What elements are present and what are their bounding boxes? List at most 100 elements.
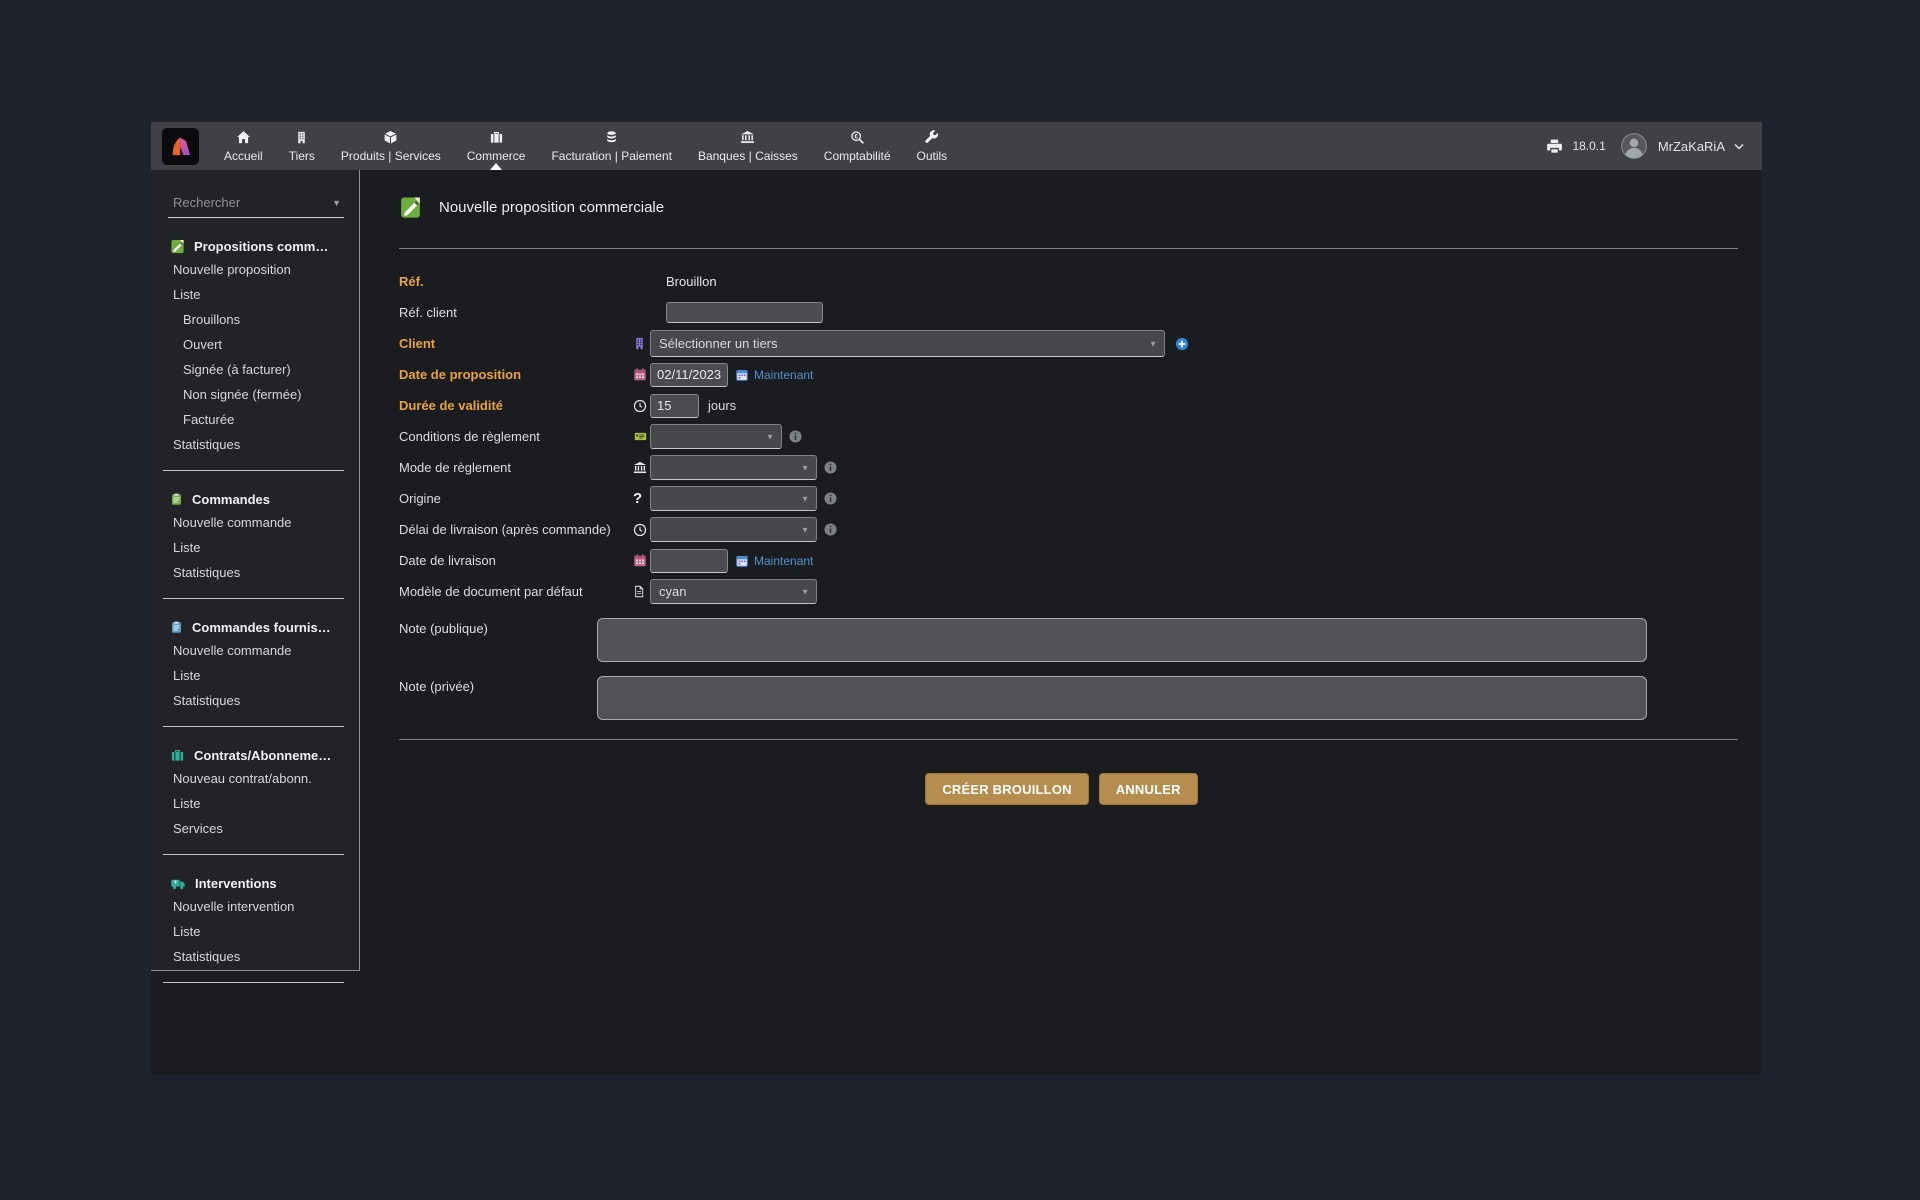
sidebar-item-liste-commandes[interactable]: Liste bbox=[173, 535, 359, 560]
sidebar-divider bbox=[163, 470, 344, 471]
user-name[interactable]: MrZaKaRiA bbox=[1658, 139, 1725, 154]
info-icon[interactable] bbox=[824, 461, 837, 474]
nav-comptabilite[interactable]: € Comptabilité bbox=[811, 122, 904, 170]
building-icon bbox=[295, 130, 308, 146]
sidebar-item-nouveau-contrat[interactable]: Nouveau contrat/abonn. bbox=[173, 766, 359, 791]
nav-banques-caisses[interactable]: Banques | Caisses bbox=[685, 122, 811, 170]
nav-label: Commerce bbox=[467, 149, 526, 163]
sidebar-item-nouvelle-commande[interactable]: Nouvelle commande bbox=[173, 510, 359, 535]
sidebar-item-nouvelle-proposition[interactable]: Nouvelle proposition bbox=[173, 257, 359, 282]
select-caret-icon: ▼ bbox=[801, 525, 809, 534]
payment-terms-icon bbox=[633, 430, 650, 443]
section-title: Interventions bbox=[195, 876, 277, 891]
sidebar-item-statistiques-commandes-fournisseurs[interactable]: Statistiques bbox=[173, 688, 359, 713]
app-window: Accueil Tiers Produits | Services Commer… bbox=[151, 122, 1762, 1075]
sidebar-item-statistiques-propositions[interactable]: Statistiques bbox=[173, 432, 359, 457]
field-label: Note (privée) bbox=[399, 676, 597, 694]
page-title-text: Nouvelle proposition commerciale bbox=[439, 199, 664, 216]
info-icon[interactable] bbox=[789, 430, 802, 443]
user-avatar[interactable] bbox=[1621, 133, 1647, 159]
home-icon bbox=[236, 130, 251, 146]
form-row-note-publique: Note (publique) bbox=[399, 618, 1738, 662]
title-divider bbox=[399, 248, 1738, 249]
select-value: cyan bbox=[659, 584, 686, 599]
sidebar-section-propositions[interactable]: Propositions comm… bbox=[170, 239, 359, 254]
section-title: Contrats/Abonneme… bbox=[194, 748, 331, 763]
sidebar-item-services[interactable]: Services bbox=[173, 816, 359, 841]
coins-icon bbox=[604, 130, 619, 146]
select-caret-icon: ▼ bbox=[801, 494, 809, 503]
calendar-picker-icon[interactable] bbox=[736, 555, 748, 567]
briefcase-icon bbox=[489, 130, 504, 146]
sidebar-item-statistiques-interventions[interactable]: Statistiques bbox=[173, 944, 359, 969]
calendar-picker-icon[interactable] bbox=[736, 369, 748, 381]
field-label: Client bbox=[399, 336, 633, 351]
sidebar-section-interventions[interactable]: Interventions bbox=[170, 876, 359, 891]
mode-reglement-select[interactable]: ▼ bbox=[650, 455, 817, 480]
info-icon[interactable] bbox=[824, 523, 837, 536]
question-icon: ? bbox=[633, 490, 650, 507]
clock-icon bbox=[633, 523, 650, 537]
nav-outils[interactable]: Outils bbox=[904, 122, 961, 170]
main-content: Nouvelle proposition commerciale Réf. Br… bbox=[361, 170, 1762, 1075]
create-draft-button[interactable]: CRÉER BROUILLON bbox=[925, 773, 1088, 805]
client-select[interactable]: Sélectionner un tiers ▼ bbox=[650, 330, 1165, 357]
duree-validite-input[interactable] bbox=[650, 394, 699, 418]
order-icon bbox=[170, 492, 183, 507]
sidebar-section-commandes[interactable]: Commandes bbox=[170, 492, 359, 507]
actions-divider bbox=[399, 739, 1738, 740]
form-row-client: Client Sélectionner un tiers ▼ bbox=[399, 328, 1738, 359]
chevron-down-icon[interactable] bbox=[1734, 143, 1744, 150]
nav-facturation-paiement[interactable]: Facturation | Paiement bbox=[538, 122, 685, 170]
sidebar-item-statistiques-commandes[interactable]: Statistiques bbox=[173, 560, 359, 585]
now-link[interactable]: Maintenant bbox=[754, 554, 813, 568]
sidebar-item-signee[interactable]: Signée (à facturer) bbox=[183, 357, 359, 382]
sidebar-item-liste-propositions[interactable]: Liste bbox=[173, 282, 359, 307]
sidebar-item-liste-interventions[interactable]: Liste bbox=[173, 919, 359, 944]
field-label: Conditions de règlement bbox=[399, 429, 633, 444]
proposal-icon bbox=[170, 239, 185, 254]
sidebar-item-liste-contrats[interactable]: Liste bbox=[173, 791, 359, 816]
search-input[interactable]: Rechercher ▼ bbox=[168, 195, 344, 218]
nav-tiers[interactable]: Tiers bbox=[276, 122, 328, 170]
nav-accueil[interactable]: Accueil bbox=[211, 122, 276, 170]
origine-select[interactable]: ▼ bbox=[650, 486, 817, 511]
nav-produits-services[interactable]: Produits | Services bbox=[328, 122, 454, 170]
form-actions: CRÉER BROUILLON ANNULER bbox=[361, 773, 1762, 805]
print-icon[interactable] bbox=[1546, 138, 1563, 155]
field-label: Réf. bbox=[399, 274, 633, 289]
modele-document-select[interactable]: cyan ▼ bbox=[650, 579, 817, 604]
nav-label: Outils bbox=[917, 149, 948, 163]
add-client-button[interactable] bbox=[1175, 337, 1189, 351]
sidebar-item-liste-commandes-fournisseurs[interactable]: Liste bbox=[173, 663, 359, 688]
sidebar-item-facturee[interactable]: Facturée bbox=[183, 407, 359, 432]
search-dropdown-caret[interactable]: ▼ bbox=[332, 198, 341, 208]
now-link[interactable]: Maintenant bbox=[754, 368, 813, 382]
nav-commerce[interactable]: Commerce bbox=[454, 122, 539, 170]
sidebar-section-commandes-fournisseurs[interactable]: Commandes fournis… bbox=[170, 620, 359, 635]
note-publique-textarea[interactable] bbox=[597, 618, 1647, 662]
date-proposition-input[interactable] bbox=[650, 363, 728, 387]
conditions-reglement-select[interactable]: ▼ bbox=[650, 424, 782, 449]
ref-value: Brouillon bbox=[666, 274, 717, 289]
date-livraison-input[interactable] bbox=[650, 549, 728, 573]
dolibarr-logo[interactable] bbox=[162, 128, 199, 165]
page-title: Nouvelle proposition commerciale bbox=[399, 196, 664, 219]
calendar-icon bbox=[633, 367, 650, 382]
note-privee-textarea[interactable] bbox=[597, 676, 1647, 720]
nav-label: Banques | Caisses bbox=[698, 149, 798, 163]
info-icon[interactable] bbox=[824, 492, 837, 505]
sidebar-item-non-signee[interactable]: Non signée (fermée) bbox=[183, 382, 359, 407]
cancel-button[interactable]: ANNULER bbox=[1099, 773, 1198, 805]
delai-livraison-select[interactable]: ▼ bbox=[650, 517, 817, 542]
field-label: Origine bbox=[399, 491, 633, 506]
form-row-origine: Origine ? ▼ bbox=[399, 483, 1738, 514]
sidebar-item-brouillons[interactable]: Brouillons bbox=[183, 307, 359, 332]
ref-client-input[interactable] bbox=[666, 302, 823, 323]
proposal-icon bbox=[399, 196, 422, 219]
sidebar-item-ouvert[interactable]: Ouvert bbox=[183, 332, 359, 357]
sidebar-item-nouvelle-commande-fournisseur[interactable]: Nouvelle commande bbox=[173, 638, 359, 663]
sidebar-section-contrats[interactable]: Contrats/Abonneme… bbox=[170, 748, 359, 763]
sidebar-item-nouvelle-intervention[interactable]: Nouvelle intervention bbox=[173, 894, 359, 919]
proposal-form: Réf. Brouillon Réf. client Client Sélect… bbox=[399, 266, 1738, 720]
